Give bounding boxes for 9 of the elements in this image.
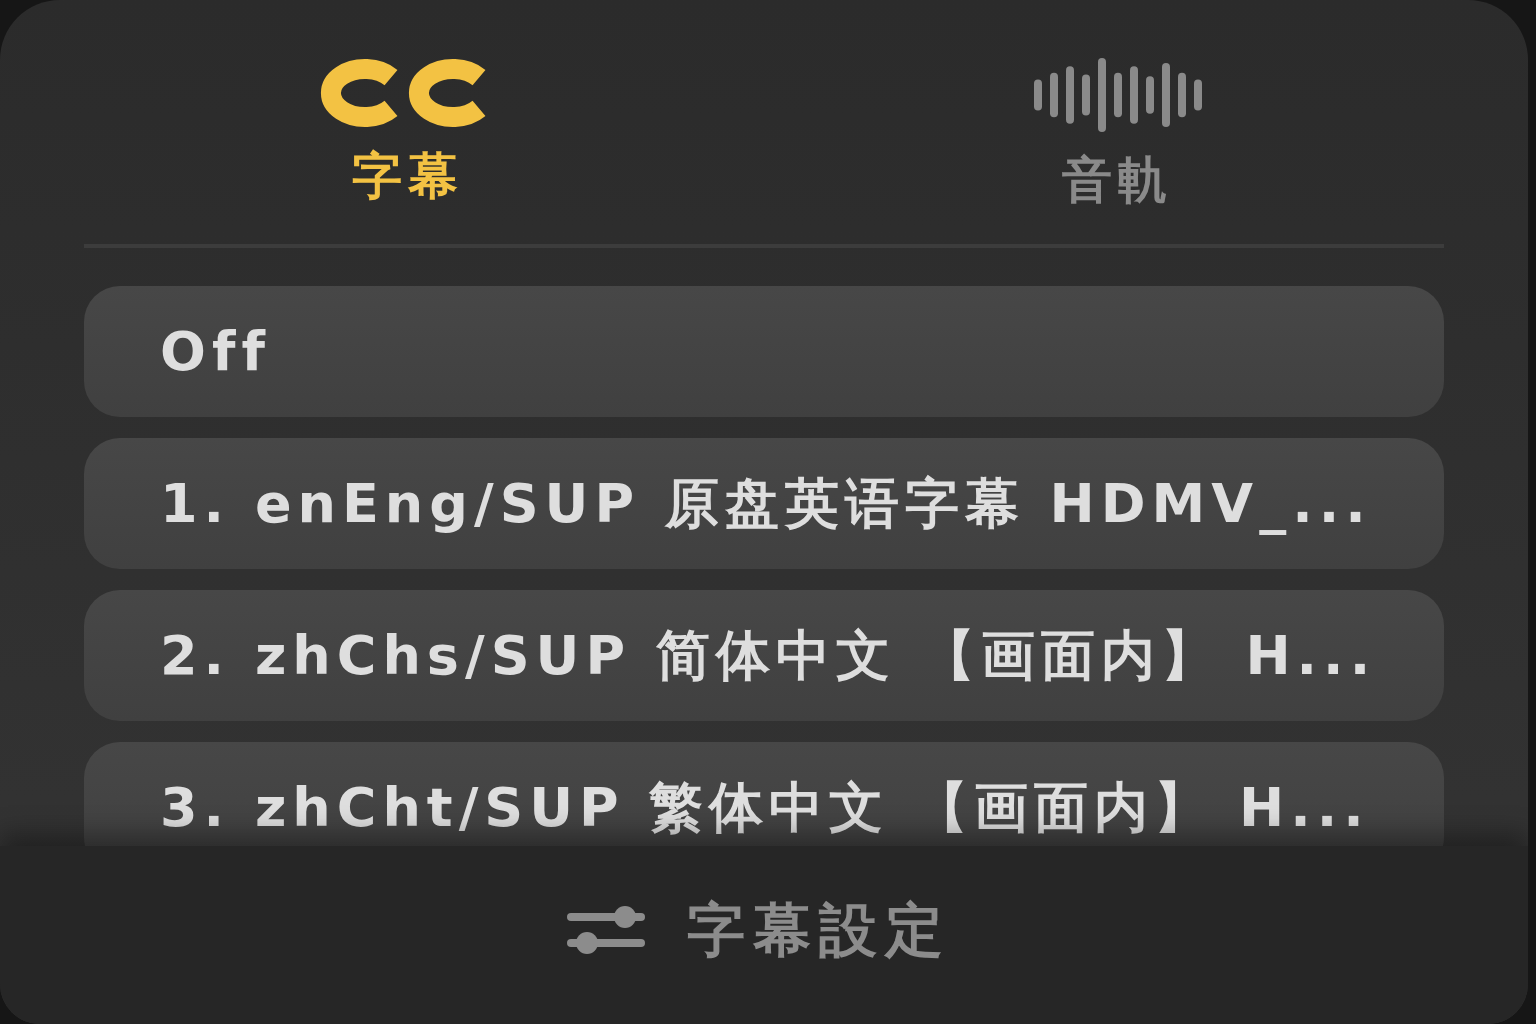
subtitle-option[interactable]: 3. zhCht/SUP 繁体中文 【画面内】 H... — [84, 742, 1444, 846]
subtitle-option[interactable]: 1. enEng/SUP 原盘英语字幕 HDMV_... — [84, 438, 1444, 569]
waveform-icon — [1032, 58, 1204, 132]
sliders-icon — [567, 904, 645, 956]
tab[interactable]: 音軌 — [946, 50, 1290, 220]
subtitle-settings-button[interactable]: 字幕設定 — [567, 886, 951, 974]
tab[interactable]: 字幕 — [236, 50, 580, 220]
subtitle-option[interactable]: Off — [84, 286, 1444, 417]
subtitle-option[interactable]: 2. zhChs/SUP 简体中文 【画面内】 H... — [84, 590, 1444, 721]
